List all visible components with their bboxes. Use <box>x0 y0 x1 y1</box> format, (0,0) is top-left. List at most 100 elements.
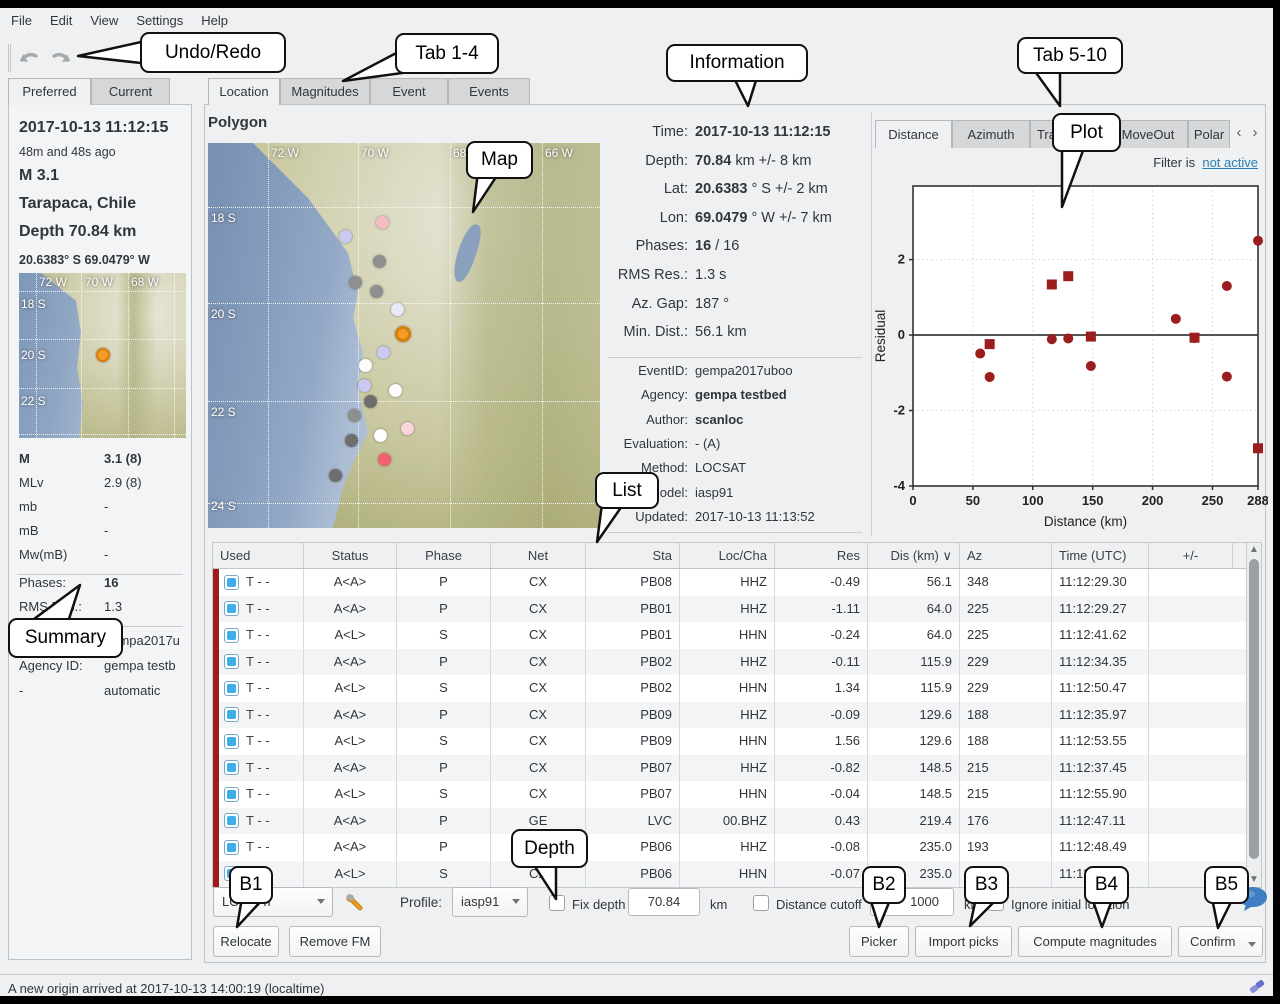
residual-point-P[interactable] <box>985 372 995 382</box>
station-marker[interactable] <box>374 429 387 442</box>
table-scrollbar[interactable]: ▲ ▼ <box>1246 542 1262 888</box>
distance-cutoff-checkbox[interactable] <box>753 895 769 911</box>
station-marker[interactable] <box>389 384 402 397</box>
tab-magnitudes[interactable]: Magnitudes <box>280 78 370 104</box>
station-marker[interactable] <box>349 276 362 289</box>
used-checkbox[interactable] <box>224 840 239 855</box>
used-checkbox[interactable] <box>224 813 239 828</box>
station-marker[interactable] <box>364 395 377 408</box>
toolbar-handle[interactable] <box>8 44 11 72</box>
remove-fm-button[interactable]: Remove FM <box>289 926 381 957</box>
tab-polar[interactable]: Polar <box>1188 120 1230 148</box>
column-header-loc-cha[interactable]: Loc/Cha <box>680 543 775 568</box>
station-marker[interactable] <box>358 379 371 392</box>
residual-plot[interactable]: 050100150200250288-4-202ResidualDistance… <box>872 168 1268 540</box>
table-row[interactable]: T - -A<A>PCXPB06HHZ-0.08235.019311:12:48… <box>213 834 1246 861</box>
residual-point-P[interactable] <box>1171 314 1181 324</box>
column-header-res[interactable]: Res <box>775 543 868 568</box>
fix-depth-checkbox[interactable] <box>549 895 565 911</box>
tab-scroll-next[interactable]: › <box>1247 124 1263 144</box>
menu-item-file[interactable]: File <box>2 10 41 31</box>
used-checkbox[interactable] <box>224 654 239 669</box>
tab-scroll-prev[interactable]: ‹ <box>1231 124 1247 144</box>
tab-location[interactable]: Location <box>208 78 280 105</box>
residual-point-P[interactable] <box>1086 361 1096 371</box>
table-row[interactable]: T - -A<A>PCXPB01HHZ-1.1164.022511:12:29.… <box>213 596 1246 623</box>
used-checkbox[interactable] <box>224 681 239 696</box>
residual-point-S[interactable] <box>1086 332 1096 342</box>
used-checkbox[interactable] <box>224 628 239 643</box>
menu-item-settings[interactable]: Settings <box>127 10 192 31</box>
tab-preferred[interactable]: Preferred <box>8 78 91 105</box>
used-checkbox[interactable] <box>224 707 239 722</box>
menu-item-view[interactable]: View <box>81 10 127 31</box>
residual-point-S[interactable] <box>985 339 995 349</box>
relocate-button[interactable]: Relocate <box>213 926 279 957</box>
station-marker[interactable] <box>391 303 404 316</box>
summary-minimap[interactable]: 72 W70 W68 W18 S20 S22 S <box>19 273 186 438</box>
tab-current[interactable]: Current <box>91 78 170 104</box>
undo-icon[interactable] <box>18 48 42 68</box>
used-checkbox[interactable] <box>224 787 239 802</box>
menu-item-edit[interactable]: Edit <box>41 10 81 31</box>
table-row[interactable]: T - -A<A>PCXPB09HHZ-0.09129.618811:12:35… <box>213 702 1246 729</box>
column-header--[interactable]: +/- <box>1149 543 1233 568</box>
column-header-dis-km-[interactable]: Dis (km) ∨ <box>868 543 960 568</box>
used-checkbox[interactable] <box>224 575 239 590</box>
column-header-az[interactable]: Az <box>960 543 1052 568</box>
station-marker[interactable] <box>339 230 352 243</box>
table-row[interactable]: T - -A<L>SCXPB07HHN-0.04148.521511:12:55… <box>213 781 1246 808</box>
epicenter-marker[interactable] <box>96 348 110 362</box>
profile-select[interactable]: iasp91 <box>452 887 528 917</box>
residual-point-S[interactable] <box>1253 443 1263 453</box>
station-marker[interactable] <box>345 434 358 447</box>
column-header-used[interactable]: Used <box>213 543 304 568</box>
used-checkbox[interactable] <box>224 601 239 616</box>
column-header-time-utc-[interactable]: Time (UTC) <box>1052 543 1149 568</box>
station-marker[interactable] <box>359 359 372 372</box>
station-marker[interactable] <box>378 453 391 466</box>
wrench-icon[interactable] <box>344 892 364 912</box>
station-marker[interactable] <box>377 346 390 359</box>
tab-distance[interactable]: Distance <box>875 120 952 148</box>
table-row[interactable]: T - -A<A>PCXPB02HHZ-0.11115.922911:12:34… <box>213 649 1246 676</box>
residual-point-S[interactable] <box>1047 279 1057 289</box>
scrollbar-up-icon[interactable]: ▲ <box>1247 543 1261 557</box>
table-row[interactable]: T - -A<A>PCXPB08HHZ-0.4956.134811:12:29.… <box>213 569 1246 596</box>
residual-point-P[interactable] <box>1047 334 1057 344</box>
redo-icon[interactable] <box>48 48 72 68</box>
compute-magnitudes-button[interactable]: Compute magnitudes <box>1018 926 1172 957</box>
depth-field[interactable]: 70.84 <box>628 888 700 916</box>
column-header-status[interactable]: Status <box>304 543 397 568</box>
tab-azimuth[interactable]: Azimuth <box>952 120 1030 148</box>
table-row[interactable]: T - -A<A>PGELVC00.BHZ0.43219.417611:12:4… <box>213 808 1246 835</box>
picker-button[interactable]: Picker <box>849 926 909 957</box>
station-marker[interactable] <box>370 285 383 298</box>
column-header-net[interactable]: Net <box>491 543 586 568</box>
residual-point-P[interactable] <box>975 349 985 359</box>
station-marker[interactable] <box>329 469 342 482</box>
menu-item-help[interactable]: Help <box>192 10 237 31</box>
residual-point-P[interactable] <box>1222 281 1232 291</box>
import-picks-button[interactable]: Import picks <box>915 926 1012 957</box>
table-row[interactable]: T - -A<L>SCXPB02HHN1.34115.922911:12:50.… <box>213 675 1246 702</box>
scrollbar-thumb[interactable] <box>1249 559 1259 859</box>
column-header-sta[interactable]: Sta <box>586 543 680 568</box>
residual-point-P[interactable] <box>1253 236 1263 246</box>
table-row[interactable]: T - -A<L>SCXPB09HHN1.56129.618811:12:53.… <box>213 728 1246 755</box>
table-row[interactable]: T - -A<A>PCXPB07HHZ-0.82148.521511:12:37… <box>213 755 1246 782</box>
residual-point-P[interactable] <box>1222 372 1232 382</box>
station-marker[interactable] <box>348 409 361 422</box>
station-marker[interactable] <box>401 422 414 435</box>
used-checkbox[interactable] <box>224 734 239 749</box>
column-header-phase[interactable]: Phase <box>397 543 491 568</box>
station-marker[interactable] <box>373 255 386 268</box>
used-checkbox[interactable] <box>224 760 239 775</box>
residual-point-S[interactable] <box>1063 271 1073 281</box>
tab-events[interactable]: Events <box>448 78 530 104</box>
epicenter-marker[interactable] <box>395 326 411 342</box>
location-map[interactable]: 72 W70 W68 W66 W18 S20 S22 S24 S <box>208 143 600 528</box>
tab-event[interactable]: Event <box>370 78 448 104</box>
residual-point-P[interactable] <box>1063 333 1073 343</box>
station-marker[interactable] <box>376 216 389 229</box>
